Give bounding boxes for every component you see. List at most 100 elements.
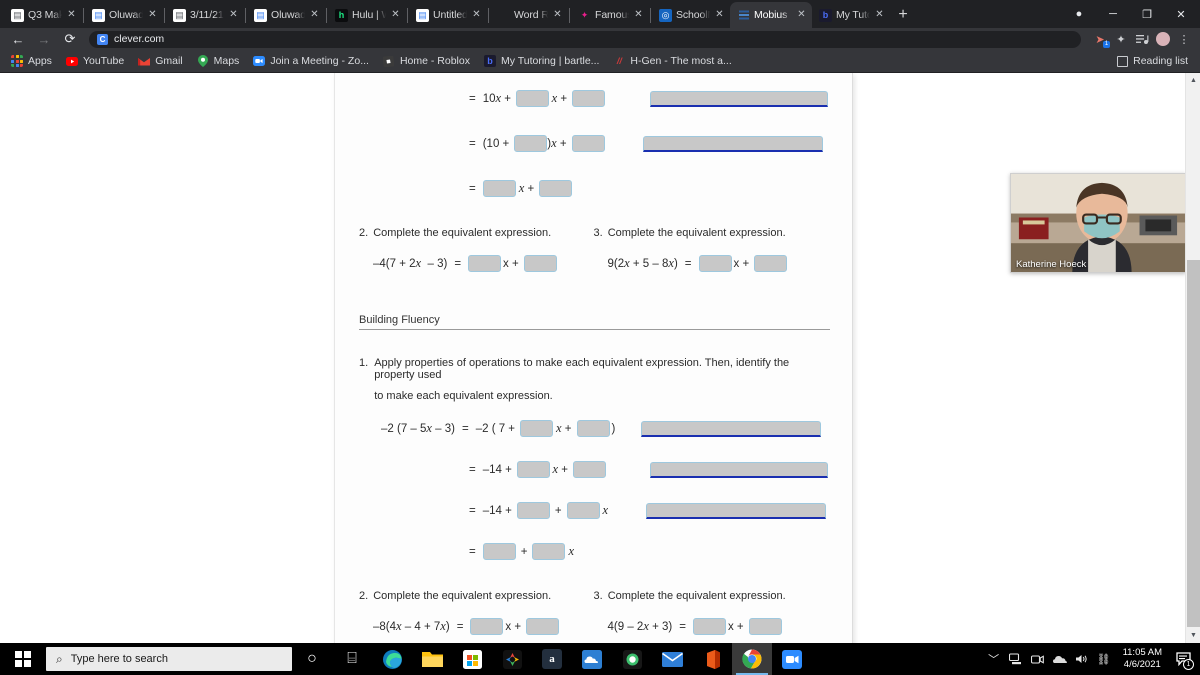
answer-input-box[interactable] [539,180,573,197]
property-input-box[interactable] [649,461,828,478]
property-input-box[interactable] [641,420,822,437]
browser-tab-1[interactable]: ▤ Oluwadam ✕ [85,2,163,28]
property-input-box[interactable] [649,90,828,107]
reload-icon[interactable]: ⟳ [58,29,82,49]
taskbar-app-amazon[interactable]: a [532,643,572,675]
answer-input-box[interactable] [572,90,605,107]
scroll-down-arrow-icon[interactable]: ▼ [1186,628,1200,643]
bookmark-maps[interactable]: Maps [190,52,247,71]
answer-input-box[interactable] [748,618,782,635]
browser-tab-2[interactable]: ▤ 3/11/21-3/ ✕ [166,2,244,28]
back-icon[interactable]: ← [6,29,30,49]
taskbar-app-zoom[interactable] [772,643,812,675]
taskbar-app-file-explorer[interactable] [412,643,452,675]
answer-input-box[interactable] [523,255,557,272]
answer-input-box[interactable] [468,255,502,272]
scrollbar-thumb[interactable] [1187,260,1200,627]
answer-input-box[interactable] [470,618,504,635]
browser-tab-7[interactable]: ✦ Famous Bl ✕ [571,2,649,28]
extension-icon[interactable]: ➤ 1 [1090,29,1110,49]
answer-input-box[interactable] [692,618,726,635]
taskbar-app-chrome[interactable] [732,643,772,675]
onedrive-cloud-icon[interactable] [1049,643,1071,675]
minimize-button[interactable]: ─ [1096,0,1130,28]
answer-input-box[interactable] [516,90,549,107]
answer-input-box[interactable] [571,135,605,152]
reading-list-button[interactable]: Reading list [1117,55,1196,67]
browser-tab-6[interactable]: Word Rela ✕ [490,2,568,28]
notification-center-button[interactable]: 1 [1170,643,1196,675]
taskbar-clock[interactable]: 11:05 AM 4/6/2021 [1115,643,1170,675]
answer-input-box[interactable] [754,255,788,272]
tab-close-icon[interactable]: ✕ [147,10,158,20]
answer-input-box[interactable] [698,255,732,272]
answer-input-box[interactable] [573,461,606,478]
tab-close-icon[interactable]: ✕ [390,10,401,20]
volume-icon[interactable] [1071,643,1093,675]
answer-input-box[interactable] [516,461,550,478]
bookmark-zoom-meeting[interactable]: Join a Meeting - Zo... [246,52,376,71]
bookmark-my-tutoring[interactable]: b My Tutoring | bartle... [477,52,606,71]
property-input-box[interactable] [642,135,823,152]
tab-close-icon[interactable]: ✕ [633,10,644,20]
webcam-active-icon[interactable] [1027,643,1049,675]
scroll-up-arrow-icon[interactable]: ▲ [1186,73,1200,88]
bookmark-apps[interactable]: Apps [4,52,59,71]
browser-tab-4[interactable]: h Hulu | Wat ✕ [328,2,406,28]
taskbar-app-microsoft-store[interactable] [452,643,492,675]
forward-icon[interactable]: → [32,29,56,49]
taskbar-app-office[interactable] [692,643,732,675]
browser-tab-5[interactable]: ▤ Untitled do ✕ [409,2,487,28]
browser-tab-3[interactable]: ▤ Oluwadam ✕ [247,2,325,28]
taskbar-app-photos[interactable] [492,643,532,675]
new-tab-button[interactable]: + [890,2,916,28]
tab-close-icon[interactable]: ✕ [309,10,320,20]
browser-tab-9-active[interactable]: Mobius ✕ [730,2,812,28]
network-icon[interactable] [1005,643,1027,675]
answer-input-box[interactable] [526,618,560,635]
tab-close-icon[interactable]: ✕ [796,10,807,20]
profile-avatar[interactable] [1153,29,1173,49]
video-participant-panel[interactable]: Katherine Hoeck [1010,173,1186,273]
tray-overflow-arrow-icon[interactable]: ﹀ [983,643,1005,675]
answer-input-box[interactable] [482,543,516,560]
browser-tab-8[interactable]: ◎ SchoolMA ✕ [652,2,730,28]
answer-input-box[interactable] [566,502,600,519]
taskbar-app-onedrive[interactable] [572,643,612,675]
tab-close-icon[interactable]: ✕ [66,10,77,20]
start-button[interactable] [0,643,46,675]
answer-input-box[interactable] [516,502,550,519]
browser-tab-0[interactable]: ▤ Q3 Make U ✕ [4,2,82,28]
bookmark-roblox[interactable]: Home - Roblox [376,52,477,71]
answer-input-box[interactable] [532,543,566,560]
property-input-box[interactable] [646,502,827,519]
bookmark-gmail[interactable]: Gmail [131,52,189,71]
bluetooth-icon[interactable]: ⛓ [1093,643,1115,675]
tab-close-icon[interactable]: ✕ [228,10,239,20]
task-view-button[interactable]: ⌸ [332,643,372,675]
tab-close-icon[interactable]: ✕ [714,10,725,20]
bookmark-youtube[interactable]: YouTube [59,52,131,71]
puzzle-extensions-icon[interactable]: ✦ [1111,29,1131,49]
bookmark-hgen[interactable]: // H-Gen - The most a... [606,52,738,71]
answer-input-box[interactable] [514,135,548,152]
address-bar[interactable]: C clever.com [89,30,1081,48]
tab-close-icon[interactable]: ✕ [471,10,482,20]
account-icon[interactable]: ● [1062,0,1096,28]
close-window-button[interactable]: ✕ [1164,0,1198,28]
chrome-menu-icon[interactable]: ⋮ [1174,29,1194,49]
cortana-button[interactable]: ○ [292,643,332,675]
tab-close-icon[interactable]: ✕ [874,10,885,20]
maximize-button[interactable]: ❐ [1130,0,1164,28]
taskbar-search-input[interactable]: ⌕ Type here to search [46,647,292,671]
taskbar-app-camera[interactable] [612,643,652,675]
taskbar-app-edge[interactable] [372,643,412,675]
answer-input-box[interactable] [482,180,516,197]
browser-tab-10[interactable]: b My Tutorin ✕ [812,2,890,28]
media-control-icon[interactable] [1132,29,1152,49]
tab-close-icon[interactable]: ✕ [552,10,563,20]
page-scrollbar[interactable]: ▲ ▼ [1185,73,1200,643]
answer-input-box[interactable] [576,420,610,437]
answer-input-box[interactable] [520,420,554,437]
taskbar-app-mail[interactable] [652,643,692,675]
